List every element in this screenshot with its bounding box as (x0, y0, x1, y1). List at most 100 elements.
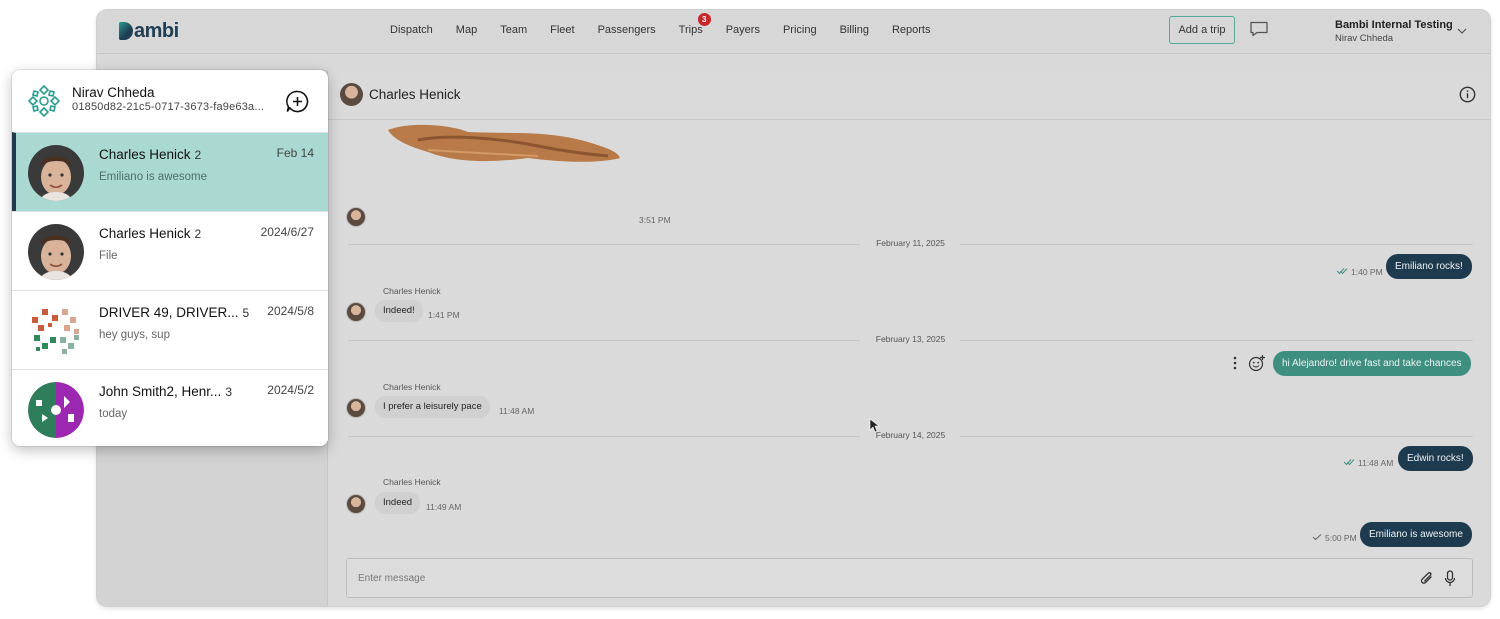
conversation-name: John Smith2, Henr... 3 (99, 384, 232, 399)
date-separator: February 14, 2025 (348, 430, 1473, 442)
conversation-preview: hey guys, sup (99, 329, 170, 341)
outgoing-message[interactable]: Emiliano is awesome (1360, 522, 1472, 547)
chat-bubble-icon[interactable] (1249, 21, 1269, 37)
nav-pricing[interactable]: Pricing (783, 24, 817, 36)
group-avatar-icon (28, 382, 84, 438)
avatar (28, 382, 84, 438)
cat-image-attachment[interactable] (388, 122, 622, 166)
conversation-date: Feb 14 (276, 146, 314, 160)
nav-passengers[interactable]: Passengers (598, 24, 656, 36)
conversation-item[interactable]: Charles Henick 2 2024/6/27 File (12, 211, 328, 290)
message-avatar (346, 302, 366, 322)
emoji-add-icon[interactable] (1248, 354, 1266, 372)
message-avatar (346, 398, 366, 418)
outgoing-message-highlighted[interactable]: hi Alejandro! drive fast and take chance… (1273, 351, 1471, 376)
read-check-icon (1343, 459, 1355, 466)
participant-count: 5 (242, 306, 250, 320)
message-time: 5:00 PM (1325, 533, 1357, 543)
chat-header: Charles Henick (328, 70, 1490, 120)
sent-check-icon (1312, 534, 1322, 541)
conversation-name: Charles Henick 2 (99, 226, 201, 241)
participant-count: 2 (194, 227, 202, 241)
message-time: 3:51 PM (639, 215, 671, 225)
message-avatar (346, 207, 366, 227)
incoming-message[interactable]: Indeed (375, 492, 421, 514)
message-time: 1:41 PM (428, 310, 460, 320)
popup-user-name: Nirav Chheda (72, 85, 155, 100)
nav-team[interactable]: Team (500, 24, 527, 36)
more-vertical-icon[interactable] (1230, 356, 1240, 370)
nav-trips-label: Trips (678, 24, 703, 36)
date-separator: February 13, 2025 (348, 334, 1473, 346)
nav-trips[interactable]: Trips 3 (678, 13, 711, 36)
message-avatar (346, 494, 366, 514)
chevron-down-icon[interactable] (1457, 27, 1467, 35)
conversation-preview: Emiliano is awesome (99, 171, 208, 183)
conversation-item[interactable]: DRIVER 49, DRIVER... 5 2024/5/8 hey guys,… (12, 290, 328, 369)
chat-contact-name: Charles Henick (369, 87, 461, 102)
microphone-icon[interactable] (1444, 570, 1456, 587)
conversation-preview: today (99, 408, 128, 420)
nav-fleet[interactable]: Fleet (550, 24, 574, 36)
organization-switcher[interactable]: Bambi Internal Testing Nirav Chheda (1335, 19, 1453, 45)
conversation-date: 2024/5/8 (267, 304, 314, 318)
nav-dispatch[interactable]: Dispatch (390, 24, 433, 36)
chat-contact-avatar (340, 83, 363, 106)
message-composer[interactable]: Enter message (346, 558, 1473, 598)
outgoing-message[interactable]: Emiliano rocks! (1386, 254, 1472, 279)
avatar (28, 224, 84, 280)
message-time: 1:40 PM (1351, 267, 1383, 277)
date-separator: February 11, 2025 (348, 238, 1473, 250)
conversation-date: 2024/5/2 (267, 383, 314, 397)
outgoing-message[interactable]: Edwin rocks! (1398, 446, 1473, 471)
conversation-preview: File (99, 250, 118, 262)
add-trip-button[interactable]: Add a trip (1169, 16, 1235, 44)
conversation-name: DRIVER 49, DRIVER... 5 (99, 305, 249, 320)
participant-count: 3 (225, 385, 232, 399)
trips-count-badge: 3 (697, 13, 711, 26)
incoming-message[interactable]: Indeed! (375, 300, 423, 322)
conversation-item[interactable]: Charles Henick 2 Feb 14 Emiliano is aweso… (12, 132, 328, 211)
message-time: 11:48 AM (499, 406, 535, 416)
compose-plus-icon[interactable] (286, 90, 309, 113)
date-separator-label: February 13, 2025 (875, 334, 946, 344)
top-navigation-bar: ambi Dispatch Map Team Fleet Passengers … (97, 10, 1490, 54)
avatar-photo (28, 145, 84, 201)
organization-logo-icon (27, 84, 61, 118)
nav-map[interactable]: Map (456, 24, 477, 36)
avatar (28, 145, 84, 201)
avatar-photo (28, 224, 84, 280)
info-icon[interactable] (1459, 86, 1476, 103)
read-check-icon (1336, 268, 1348, 275)
conversation-title: Charles Henick (99, 226, 191, 241)
message-input-placeholder: Enter message (358, 573, 426, 584)
paperclip-icon[interactable] (1420, 570, 1434, 587)
group-avatar-icon (28, 303, 84, 359)
conversation-list-popup: Nirav Chheda 01850d82-21c5-0717-3673-fa9… (12, 70, 328, 446)
message-sender: Charles Henick (383, 286, 441, 296)
participant-count: 2 (194, 148, 202, 162)
bambi-logo[interactable]: ambi (119, 20, 179, 43)
main-nav: Dispatch Map Team Fleet Passengers Trips… (390, 13, 953, 36)
nav-payers[interactable]: Payers (726, 24, 760, 36)
popup-header: Nirav Chheda 01850d82-21c5-0717-3673-fa9… (12, 70, 328, 132)
avatar (28, 303, 84, 359)
logo-mark (119, 22, 133, 40)
date-separator-label: February 14, 2025 (875, 430, 946, 440)
conversation-title: DRIVER 49, DRIVER... (99, 305, 239, 320)
conversation-title: John Smith2, Henr... (99, 384, 222, 399)
conversation-item[interactable]: John Smith2, Henr... 3 2024/5/2 today (12, 369, 328, 446)
nav-reports[interactable]: Reports (892, 24, 931, 36)
popup-user-id: 01850d82-21c5-0717-3673-fa9e63a... (72, 101, 265, 113)
organization-name: Bambi Internal Testing (1335, 19, 1453, 31)
message-sender: Charles Henick (383, 382, 441, 392)
incoming-message[interactable]: I prefer a leisurely pace (375, 396, 490, 418)
conversation-name: Charles Henick 2 (99, 147, 201, 162)
conversation-date: 2024/6/27 (260, 225, 314, 239)
date-separator-label: February 11, 2025 (876, 238, 945, 248)
conversation-title: Charles Henick (99, 147, 191, 162)
nav-billing[interactable]: Billing (840, 24, 869, 36)
current-user-name: Nirav Chheda (1335, 33, 1394, 44)
message-time: 11:48 AM (1358, 458, 1394, 468)
logo-text: ambi (134, 20, 179, 42)
